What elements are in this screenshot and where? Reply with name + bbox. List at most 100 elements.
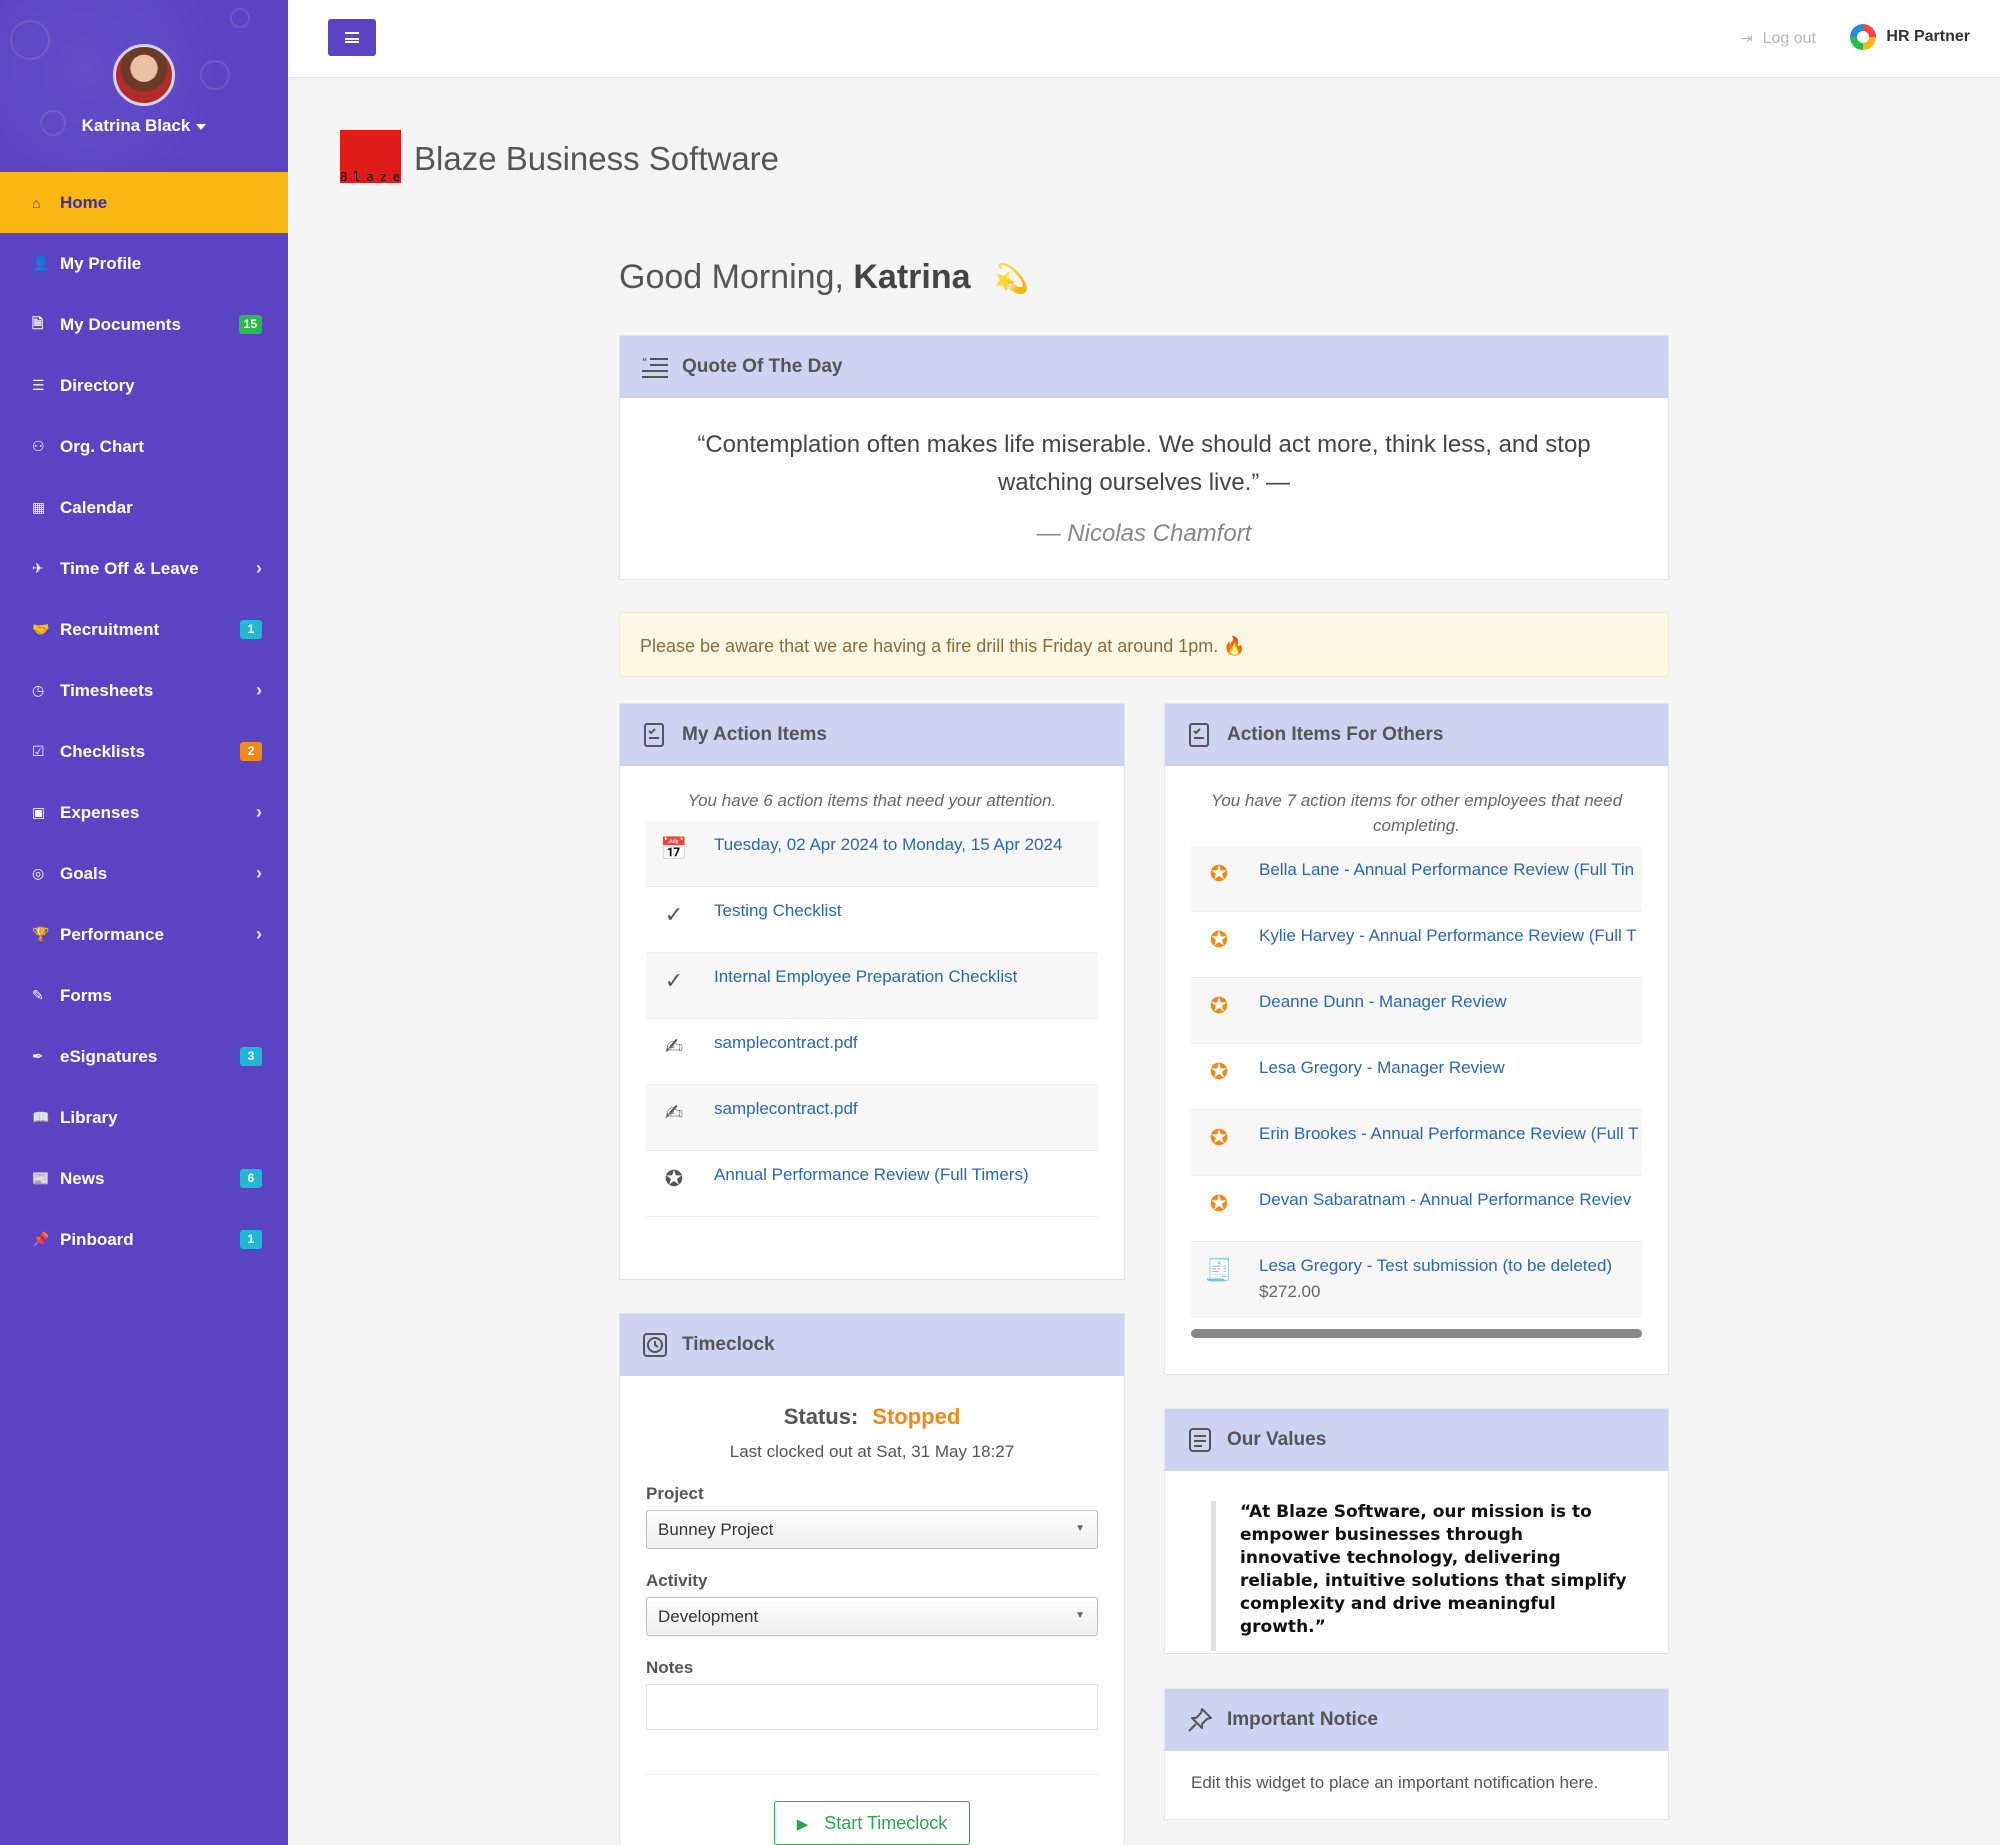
last-clocked-out: Last clocked out at Sat, 31 May 18:27: [729, 1442, 1015, 1461]
sidebar-item-label: eSignatures: [60, 1046, 158, 1066]
clock-icon: [640, 1331, 670, 1359]
sidebar-item-org-chart[interactable]: ⚇ Org. Chart: [0, 416, 288, 477]
sidebar-item-news[interactable]: 📰 News 6: [0, 1148, 288, 1209]
top-bar: ⇥ Log out HR Partner: [288, 0, 2000, 78]
sidebar-item-recruitment[interactable]: 🤝 Recruitment 1: [0, 599, 288, 660]
company-logo-text: Blaze: [340, 170, 407, 184]
my-action-items-header: My Action Items: [620, 704, 1124, 766]
sidebar-item-expenses[interactable]: ▣ Expenses ›: [0, 782, 288, 843]
action-item-row[interactable]: ✍ samplecontract.pdf: [646, 1019, 1098, 1085]
target-icon: ◎: [32, 865, 45, 881]
award-icon: ✪: [664, 1166, 684, 1191]
decor-circle: [230, 8, 250, 28]
sidebar-item-performance[interactable]: 🏆 Performance ›: [0, 904, 288, 965]
sidebar-item-goals[interactable]: ◎ Goals ›: [0, 843, 288, 904]
action-item-link[interactable]: Annual Performance Review (Full Timers): [714, 1165, 1029, 1185]
decor-circle: [10, 20, 50, 60]
sidebar-item-label: Home: [60, 192, 108, 212]
action-item-link[interactable]: Deanne Dunn - Manager Review: [1259, 992, 1507, 1012]
sitemap-icon: ⚇: [32, 438, 45, 454]
count-badge: 1: [240, 1230, 262, 1249]
action-item-row[interactable]: ✪ Deanne Dunn - Manager Review: [1191, 978, 1642, 1044]
sidebar-item-home[interactable]: ⌂ Home: [0, 172, 288, 233]
user-menu[interactable]: Katrina Black: [0, 116, 288, 136]
menu-toggle-button[interactable]: [328, 19, 376, 56]
sidebar-item-checklists[interactable]: ☑ Checklists 2: [0, 721, 288, 782]
award-icon: ✪: [1209, 1125, 1229, 1150]
quote-text: “Contemplation often makes life miserabl…: [697, 431, 1591, 496]
announcement-banner: Please be aware that we are having a fir…: [619, 612, 1669, 677]
notes-label: Notes: [646, 1658, 694, 1677]
action-item-row[interactable]: ✍ samplecontract.pdf: [646, 1085, 1098, 1151]
start-timeclock-button[interactable]: ▶ Start Timeclock: [774, 1801, 970, 1845]
start-timeclock-label: Start Timeclock: [824, 1813, 948, 1833]
sidebar-item-timesheets[interactable]: ◷ Timesheets ›: [0, 660, 288, 721]
logout-link[interactable]: ⇥ Log out: [1741, 30, 1816, 48]
project-label: Project: [646, 1484, 704, 1503]
notes-input[interactable]: [646, 1684, 1098, 1730]
action-item-link[interactable]: samplecontract.pdf: [714, 1099, 858, 1119]
pushpin-icon: [1185, 1706, 1215, 1734]
receipt-icon: 🧾: [1205, 1257, 1233, 1282]
sidebar-item-library[interactable]: 📖 Library: [0, 1087, 288, 1148]
others-action-items-info: You have 7 action items for other employ…: [1210, 791, 1623, 835]
avatar[interactable]: [113, 44, 175, 106]
document-icon: 🗎: [32, 314, 44, 331]
sidebar-item-forms[interactable]: ✎ Forms: [0, 965, 288, 1026]
action-item-link[interactable]: Tuesday, 02 Apr 2024 to Monday, 15 Apr 2…: [714, 835, 1062, 855]
sidebar-item-my-profile[interactable]: 👤 My Profile: [0, 233, 288, 294]
sidebar-item-directory[interactable]: ☰ Directory: [0, 355, 288, 416]
user-icon: 👤: [32, 255, 50, 271]
my-action-items-info: You have 6 action items that need your a…: [687, 791, 1057, 810]
action-item-link[interactable]: Internal Employee Preparation Checklist: [714, 967, 1017, 987]
action-item-row[interactable]: ✪ Bella Lane - Annual Performance Review …: [1191, 846, 1642, 912]
signature-icon: ✍: [664, 1100, 684, 1125]
award-icon: ✪: [1209, 1059, 1229, 1084]
action-item-link[interactable]: Kylie Harvey - Annual Performance Review…: [1259, 926, 1637, 946]
action-item-row[interactable]: ✪ Erin Brookes - Annual Performance Revie…: [1191, 1110, 1642, 1176]
sidebar-item-my-documents[interactable]: 🗎 My Documents 15: [0, 294, 288, 355]
action-item-row[interactable]: 🧾 Lesa Gregory - Test submission (to be d…: [1191, 1242, 1642, 1317]
action-item-row[interactable]: ✓ Internal Employee Preparation Checklist: [646, 953, 1098, 1019]
action-item-link[interactable]: Devan Sabaratnam - Annual Performance Re…: [1259, 1190, 1631, 1210]
sidebar-item-time-off-leave[interactable]: ✈ Time Off & Leave ›: [0, 538, 288, 599]
action-item-row[interactable]: 📅 Tuesday, 02 Apr 2024 to Monday, 15 Apr …: [646, 821, 1098, 887]
sidebar-item-label: Expenses: [60, 802, 140, 822]
action-item-link[interactable]: Testing Checklist: [714, 901, 842, 921]
sidebar-item-esignatures[interactable]: ✒ eSignatures 3: [0, 1026, 288, 1087]
values-quote: “At Blaze Software, our mission is to em…: [1211, 1501, 1628, 1651]
action-item-link[interactable]: samplecontract.pdf: [714, 1033, 858, 1053]
decor-circle: [200, 60, 230, 90]
action-item-link[interactable]: Lesa Gregory - Manager Review: [1259, 1058, 1505, 1078]
action-item-link[interactable]: Lesa Gregory - Test submission (to be de…: [1259, 1256, 1612, 1276]
sidebar-item-label: Performance: [60, 924, 164, 944]
action-item-row[interactable]: ✪ Devan Sabaratnam - Annual Performance R…: [1191, 1176, 1642, 1242]
our-values-header: Our Values: [1165, 1409, 1668, 1471]
clock-icon: ◷: [32, 682, 45, 698]
others-action-items-panel: Action Items For Others You have 7 actio…: [1164, 703, 1669, 1375]
activity-select[interactable]: Development: [646, 1597, 1098, 1636]
chevron-right-icon: ›: [256, 680, 262, 700]
action-item-row[interactable]: ✪ Lesa Gregory - Manager Review: [1191, 1044, 1642, 1110]
action-item-link[interactable]: Bella Lane - Annual Performance Review (…: [1259, 860, 1634, 880]
horizontal-scrollbar[interactable]: [1191, 1329, 1642, 1338]
brand: HR Partner: [1850, 24, 1970, 50]
quote-panel-title: Quote Of The Day: [682, 356, 843, 377]
sidebar-item-pinboard[interactable]: 📌 Pinboard 1: [0, 1209, 288, 1270]
sidebar-item-label: Pinboard: [60, 1229, 134, 1249]
action-item-row[interactable]: ✪ Kylie Harvey - Annual Performance Revie…: [1191, 912, 1642, 978]
pen-icon: ✒: [32, 1048, 44, 1064]
svg-text:“: “: [642, 357, 647, 368]
trophy-icon: 🏆: [32, 926, 50, 942]
quote-author: — Nicolas Chamfort: [1036, 520, 1252, 547]
action-item-row[interactable]: ✓ Testing Checklist: [646, 887, 1098, 953]
sidebar-item-label: Timesheets: [60, 680, 154, 700]
project-select[interactable]: Bunney Project: [646, 1510, 1098, 1549]
sidebar-header: Katrina Black: [0, 0, 288, 172]
action-item-row[interactable]: ✪ Annual Performance Review (Full Timers): [646, 1151, 1098, 1217]
action-item-link[interactable]: Erin Brookes - Annual Performance Review…: [1259, 1124, 1639, 1144]
others-action-items-title: Action Items For Others: [1227, 724, 1444, 745]
sidebar-item-calendar[interactable]: ▦ Calendar: [0, 477, 288, 538]
document-lines-icon: [1185, 1426, 1215, 1454]
tasks-icon: [1185, 721, 1215, 749]
